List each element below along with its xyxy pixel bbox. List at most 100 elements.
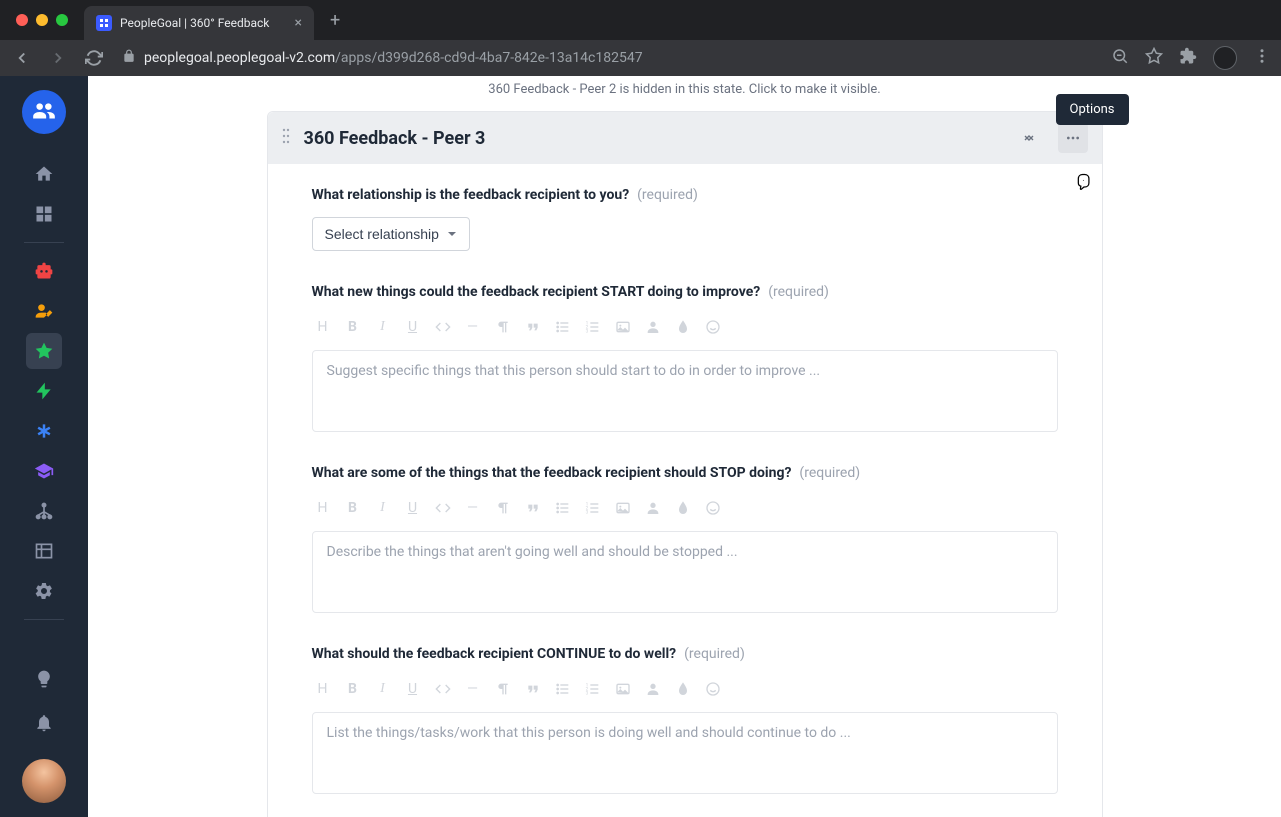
extensions-icon[interactable]	[1179, 47, 1197, 69]
rte-ordered-list-icon[interactable]: 123	[584, 318, 602, 336]
required-tag: (required)	[768, 284, 829, 300]
rte-image-icon[interactable]	[614, 499, 632, 517]
rte-heading-icon[interactable]: H	[314, 680, 332, 698]
sidebar-item-apps[interactable]	[26, 196, 62, 232]
user-avatar[interactable]	[22, 759, 66, 803]
rte-drop-icon[interactable]	[674, 680, 692, 698]
sidebar-item-org[interactable]	[26, 493, 62, 529]
sidebar-item-learning[interactable]	[26, 453, 62, 489]
rte-paragraph-icon[interactable]	[494, 680, 512, 698]
rte-italic-icon[interactable]: I	[374, 680, 392, 698]
rte-mention-icon[interactable]	[644, 318, 662, 336]
rte-drop-icon[interactable]	[674, 499, 692, 517]
toolbar-right	[1111, 46, 1271, 70]
rte-ordered-list-icon[interactable]: 123	[584, 499, 602, 517]
rte-toolbar: H B I U — 123	[312, 676, 1058, 702]
rte-emoji-icon[interactable]	[704, 499, 722, 517]
rte-hr-icon[interactable]: —	[464, 499, 482, 517]
question-stop: What are some of the things that the fee…	[312, 462, 1058, 613]
tab-close-icon[interactable]: ×	[295, 15, 302, 31]
rte-underline-icon[interactable]: U	[404, 680, 422, 698]
rte-heading-icon[interactable]: H	[314, 499, 332, 517]
sidebar-item-home[interactable]	[26, 156, 62, 192]
question-relationship: What relationship is the feedback recipi…	[312, 184, 1058, 251]
rte-image-icon[interactable]	[614, 318, 632, 336]
sidebar-item-asterisk[interactable]	[26, 413, 62, 449]
rte-bullet-list-icon[interactable]	[554, 318, 572, 336]
tab-favicon	[96, 15, 112, 31]
lock-icon	[122, 49, 136, 67]
rte-code-icon[interactable]	[434, 499, 452, 517]
sidebar-item-bot[interactable]	[26, 253, 62, 289]
sidebar-item-reports[interactable]	[26, 533, 62, 569]
menu-icon[interactable]	[1253, 47, 1271, 69]
rte-bullet-list-icon[interactable]	[554, 680, 572, 698]
sidebar-item-feedback[interactable]	[26, 333, 62, 369]
rte-paragraph-icon[interactable]	[494, 499, 512, 517]
rte-italic-icon[interactable]: I	[374, 499, 392, 517]
relationship-select[interactable]: Select relationship	[312, 217, 470, 251]
svg-text:3: 3	[585, 690, 588, 696]
sidebar-item-automation[interactable]	[26, 373, 62, 409]
sidebar-item-notifications[interactable]	[26, 705, 62, 741]
rte-image-icon[interactable]	[614, 680, 632, 698]
rte-underline-icon[interactable]: U	[404, 318, 422, 336]
bookmark-icon[interactable]	[1145, 47, 1163, 69]
reload-button[interactable]	[82, 46, 106, 70]
profile-avatar[interactable]	[1213, 46, 1237, 70]
url-path: /apps/d399d268-cd9d-4ba7-842e-13a14c1825…	[335, 50, 642, 66]
rte-code-icon[interactable]	[434, 680, 452, 698]
rte-underline-icon[interactable]: U	[404, 499, 422, 517]
window-maximize-button[interactable]	[56, 14, 68, 26]
collapse-button[interactable]	[1014, 123, 1044, 153]
drag-handle-icon[interactable]	[282, 128, 290, 148]
options-button[interactable]	[1058, 123, 1088, 153]
window-close-button[interactable]	[16, 14, 28, 26]
rte-paragraph-icon[interactable]	[494, 318, 512, 336]
rte-bold-icon[interactable]: B	[344, 499, 362, 517]
rte-emoji-icon[interactable]	[704, 318, 722, 336]
tab-title: PeopleGoal | 360° Feedback	[120, 16, 287, 30]
back-button[interactable]	[10, 46, 34, 70]
rte-quote-icon[interactable]	[524, 318, 542, 336]
rte-quote-icon[interactable]	[524, 499, 542, 517]
rte-bold-icon[interactable]: B	[344, 318, 362, 336]
app-logo[interactable]	[22, 90, 66, 134]
app-root: 360 Feedback - Peer 2 is hidden in this …	[0, 76, 1281, 817]
sidebar-item-reviews[interactable]	[26, 293, 62, 329]
question-label: What are some of the things that the fee…	[312, 465, 792, 481]
rte-emoji-icon[interactable]	[704, 680, 722, 698]
sidebar	[0, 76, 88, 817]
window-minimize-button[interactable]	[36, 14, 48, 26]
sidebar-divider	[24, 619, 64, 620]
url-bar[interactable]: peoplegoal.peoplegoal-v2.com/apps/d399d2…	[118, 49, 1099, 67]
new-tab-button[interactable]: +	[322, 6, 348, 35]
rte-ordered-list-icon[interactable]: 123	[584, 680, 602, 698]
continue-textarea[interactable]: List the things/tasks/work that this per…	[312, 712, 1058, 794]
sidebar-item-settings[interactable]	[26, 573, 62, 609]
chevron-down-icon	[447, 229, 457, 239]
required-tag: (required)	[799, 465, 860, 481]
stop-textarea[interactable]: Describe the things that aren't going we…	[312, 531, 1058, 613]
question-continue: What should the feedback recipient CONTI…	[312, 643, 1058, 794]
tab-strip: PeopleGoal | 360° Feedback × +	[0, 0, 1281, 40]
rte-heading-icon[interactable]: H	[314, 318, 332, 336]
rte-toolbar: H B I U — 123	[312, 314, 1058, 340]
sidebar-item-tips[interactable]	[26, 661, 62, 697]
rte-code-icon[interactable]	[434, 318, 452, 336]
rte-drop-icon[interactable]	[674, 318, 692, 336]
svg-text:3: 3	[585, 509, 588, 515]
rte-quote-icon[interactable]	[524, 680, 542, 698]
rte-bullet-list-icon[interactable]	[554, 499, 572, 517]
window-controls	[8, 14, 76, 26]
forward-button[interactable]	[46, 46, 70, 70]
rte-italic-icon[interactable]: I	[374, 318, 392, 336]
rte-mention-icon[interactable]	[644, 680, 662, 698]
rte-bold-icon[interactable]: B	[344, 680, 362, 698]
start-textarea[interactable]: Suggest specific things that this person…	[312, 350, 1058, 432]
rte-hr-icon[interactable]: —	[464, 680, 482, 698]
rte-hr-icon[interactable]: —	[464, 318, 482, 336]
zoom-icon[interactable]	[1111, 47, 1129, 69]
rte-mention-icon[interactable]	[644, 499, 662, 517]
browser-tab[interactable]: PeopleGoal | 360° Feedback ×	[84, 6, 314, 40]
